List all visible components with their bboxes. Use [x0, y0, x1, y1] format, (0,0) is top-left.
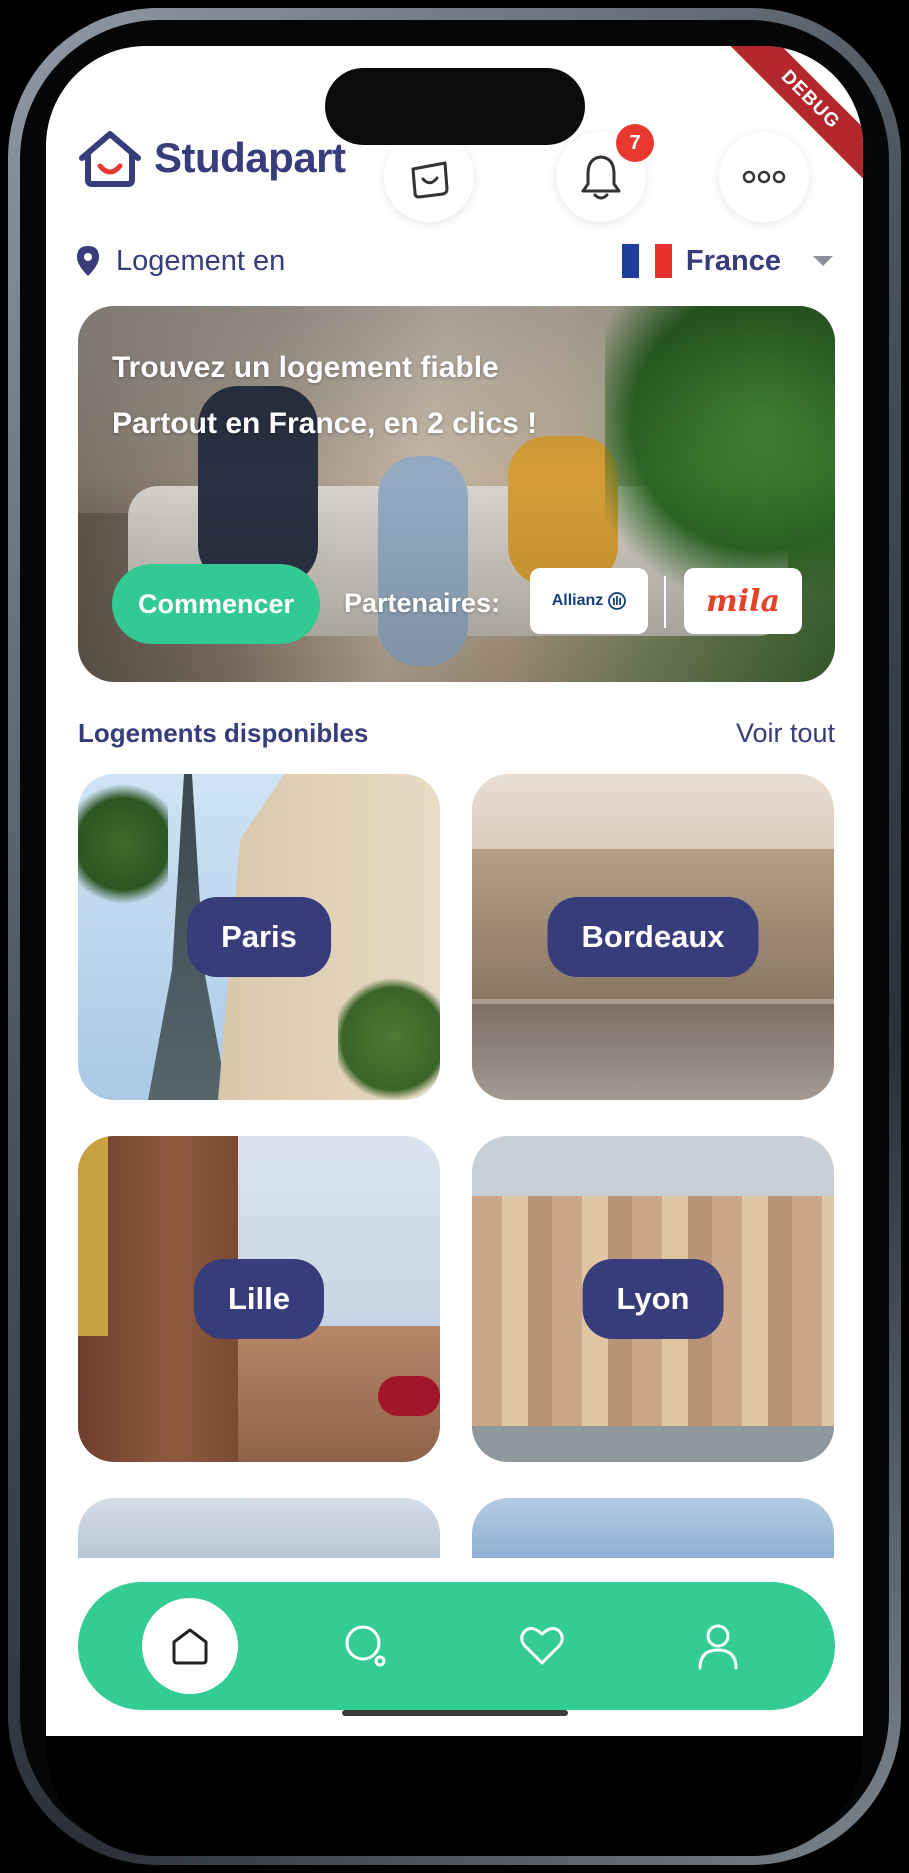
- more-button[interactable]: [719, 132, 809, 222]
- bottom-nav: [78, 1582, 835, 1710]
- bag-icon: [411, 161, 449, 199]
- country-name: France: [685, 244, 781, 277]
- chevron-down-icon: [813, 256, 833, 266]
- city-label: Bordeaux: [547, 897, 759, 977]
- notification-count-badge: 7: [616, 124, 654, 162]
- partner-divider: [664, 576, 666, 628]
- city-card-partial[interactable]: [78, 1498, 440, 1558]
- hero-title-line: Trouvez un logement fiable: [112, 351, 499, 384]
- city-photo-sign: [378, 1376, 440, 1416]
- france-flag-icon: [621, 244, 672, 278]
- notifications-button[interactable]: 7: [556, 124, 654, 222]
- bell-icon: [581, 155, 621, 200]
- search-icon: [345, 1625, 386, 1667]
- see-all-link[interactable]: Voir tout: [736, 718, 835, 749]
- section-title: Logements disponibles: [78, 718, 369, 748]
- hero-title-line: Partout en France, en 2 clics !: [112, 407, 538, 440]
- heart-icon: [520, 1627, 564, 1665]
- dynamic-island: [325, 68, 585, 145]
- home-icon: [172, 1628, 208, 1665]
- city-card-partial[interactable]: [472, 1498, 834, 1558]
- mila-logo[interactable]: mila: [684, 568, 802, 634]
- app-logo[interactable]: Studapart: [76, 128, 346, 188]
- hero-banner: Trouvez un logement fiable Partout en Fr…: [78, 306, 835, 682]
- house-smile-icon: [79, 131, 141, 187]
- nav-favorites[interactable]: [494, 1598, 590, 1694]
- city-photo-tree: [338, 974, 440, 1100]
- app-screen: DEBUG Studapart 7 Logement en France Tro…: [46, 46, 863, 1736]
- city-label: Paris: [187, 897, 331, 977]
- allianz-logo[interactable]: Allianz: [530, 568, 648, 634]
- city-photo-bridge: [472, 1426, 834, 1462]
- location-pin-icon: [77, 246, 99, 276]
- city-card-paris[interactable]: Paris: [78, 774, 440, 1100]
- section-header: Logements disponibles Voir tout: [78, 718, 835, 749]
- start-button[interactable]: Commencer: [112, 564, 320, 644]
- city-photo-tree: [78, 774, 168, 914]
- location-label: Logement en: [116, 244, 286, 277]
- location-label-group: Logement en: [76, 245, 285, 278]
- cart-button[interactable]: [384, 130, 474, 222]
- nav-home[interactable]: [142, 1598, 238, 1694]
- partners-label: Partenaires:: [344, 588, 501, 618]
- location-row: Logement en France: [76, 236, 833, 286]
- hero-title: Trouvez un logement fiable Partout en Fr…: [112, 340, 537, 452]
- allianz-name: Allianz: [551, 592, 604, 609]
- city-card-lyon[interactable]: Lyon: [472, 1136, 834, 1462]
- user-icon: [698, 1624, 738, 1670]
- nav-search[interactable]: [318, 1598, 414, 1694]
- city-photo-plaza: [472, 1004, 834, 1100]
- city-card-lille[interactable]: Lille: [78, 1136, 440, 1462]
- allianz-mark-icon: [608, 592, 627, 610]
- city-photo-facade: [78, 1136, 108, 1336]
- home-indicator[interactable]: [342, 1710, 568, 1716]
- city-card-bordeaux[interactable]: Bordeaux: [472, 774, 834, 1100]
- more-dots-icon: [742, 170, 786, 184]
- country-selector[interactable]: France: [621, 244, 833, 278]
- phone-chin: [46, 1736, 863, 1856]
- city-label: Lille: [193, 1259, 325, 1339]
- nav-profile[interactable]: [670, 1598, 766, 1694]
- city-label: Lyon: [582, 1259, 724, 1339]
- brand-name: Studapart: [154, 134, 346, 181]
